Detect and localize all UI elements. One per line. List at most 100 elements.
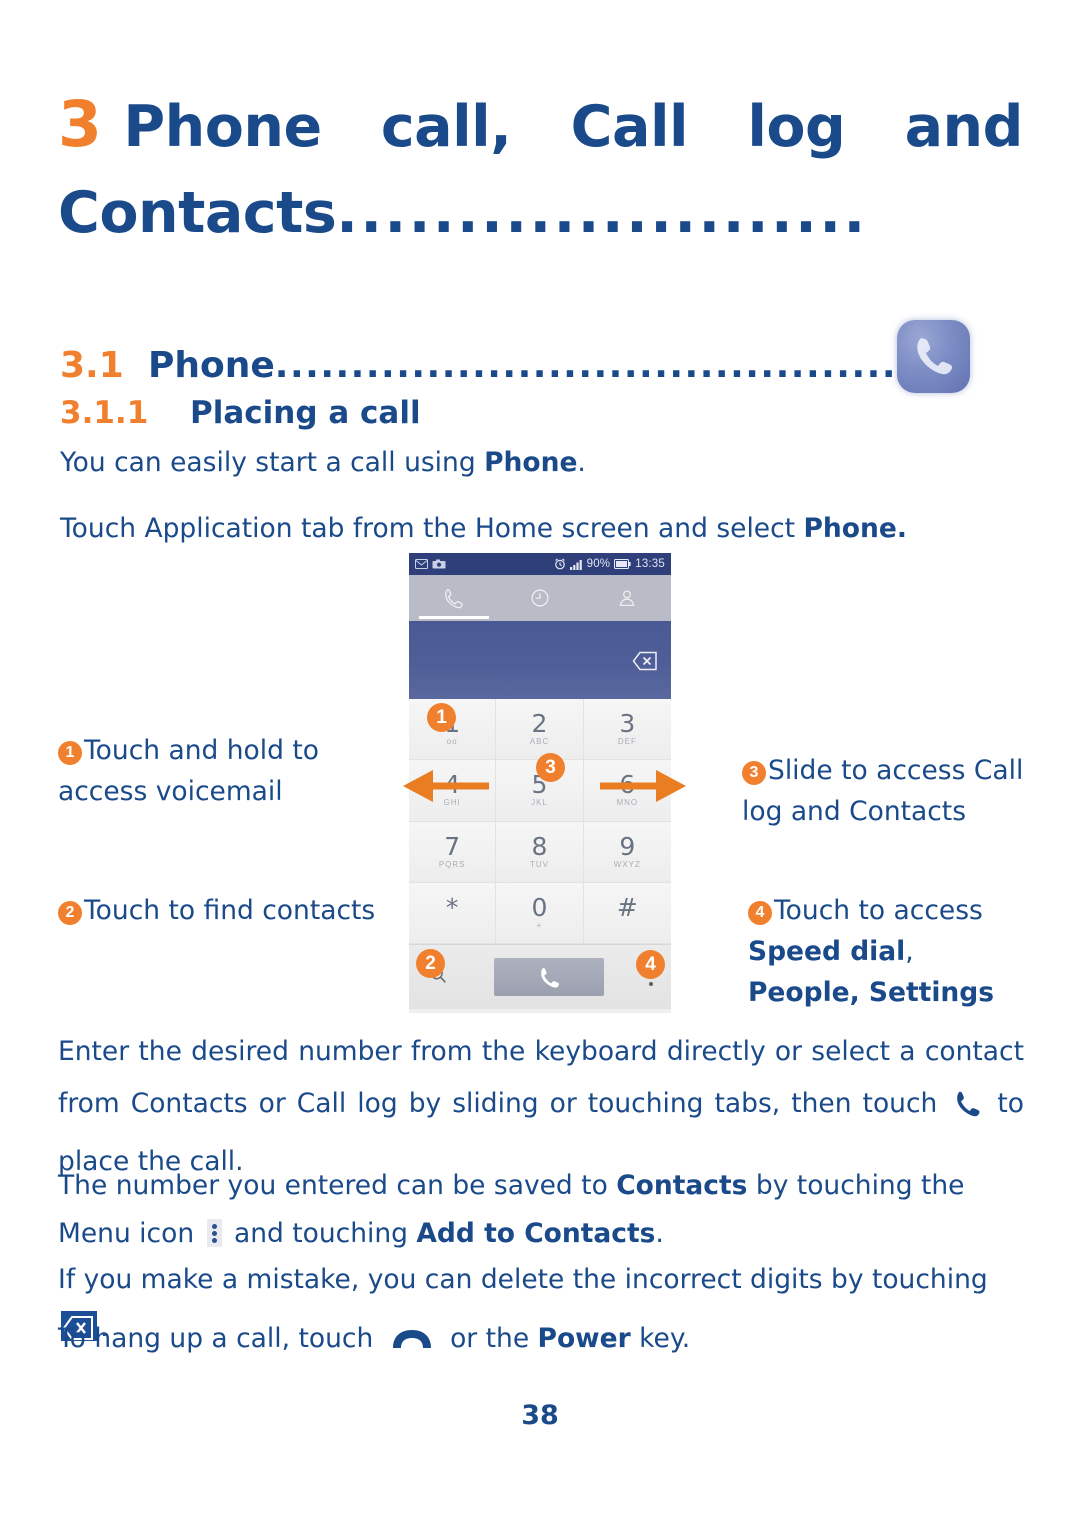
key-digit: 7	[444, 831, 461, 861]
chapter-word: Call	[570, 94, 689, 160]
text-run: Enter the desired number from the keyboa…	[58, 1036, 1024, 1119]
callout-badge-2: 2	[416, 949, 445, 978]
backspace-glyph	[632, 651, 657, 671]
handset-glyph	[957, 1091, 980, 1117]
chapter-title-line-2: Contacts......................	[58, 170, 1028, 256]
callout-bold-speed-dial: Speed dial	[748, 936, 906, 967]
text-run: and touching	[225, 1218, 417, 1249]
callout-label: Touch to access	[774, 895, 983, 926]
key-letters: JKL	[531, 798, 548, 808]
key-hash[interactable]: #	[583, 882, 671, 944]
callout-badge-inline-1: 1	[58, 741, 82, 765]
page-number: 38	[521, 1400, 559, 1431]
dialer-tab[interactable]	[409, 575, 496, 621]
callout-label: Touch to find contacts	[84, 895, 376, 926]
subsection-number: 3.1.1	[60, 395, 149, 431]
menu-dot	[211, 1224, 217, 1229]
callout-bold-people-settings: People, Settings	[748, 977, 995, 1008]
inline-hangup-icon	[390, 1321, 434, 1369]
phone-app-icon	[897, 320, 970, 393]
callout-badge-3: 3	[536, 753, 565, 782]
inline-call-icon	[952, 1084, 982, 1136]
battery-percent-label: 90%	[586, 558, 611, 570]
key-letters: ABC	[529, 737, 550, 747]
key-9[interactable]: 9 WXYZ	[583, 821, 671, 883]
callout-text-4: 4 Touch to access Speed dial, People, Sett…	[748, 890, 1068, 1013]
callout-comma: ,	[905, 936, 914, 967]
chapter-word: and	[904, 94, 1024, 160]
text-run: .	[655, 1218, 664, 1249]
callout-badge-inline-3: 3	[742, 761, 766, 785]
phone-tab-bar	[409, 575, 671, 621]
text-run: If you make a mistake, you can delete th…	[58, 1264, 988, 1295]
person-icon	[620, 590, 635, 606]
camera-icon	[432, 559, 446, 569]
paragraph-intro-1: You can easily start a call using Phone.	[60, 442, 1000, 484]
key-8[interactable]: 8 TUV	[496, 821, 584, 883]
alarm-icon	[554, 558, 565, 570]
battery-icon	[614, 559, 631, 569]
dialer-bottom-bar	[409, 944, 671, 1009]
status-bar-clock: 13:35	[635, 558, 665, 570]
handset-icon	[541, 967, 560, 988]
message-icon	[415, 559, 428, 569]
phone-status-bar: 90% 13:35	[409, 553, 671, 575]
key-letters: WXYZ	[613, 859, 641, 869]
menu-dot	[211, 1231, 217, 1236]
key-7[interactable]: 7 PQRS	[409, 821, 497, 883]
key-digit: #	[616, 892, 638, 922]
key-letters: +	[536, 920, 543, 930]
callout-text-1: 1 Touch and hold to access voicemail	[58, 730, 378, 812]
key-letters: oo	[446, 737, 458, 747]
chapter-title-contacts: Contacts	[58, 180, 337, 246]
menu-dot	[211, 1238, 217, 1243]
callout-badge-4: 4	[636, 950, 665, 979]
backspace-icon[interactable]	[632, 651, 658, 676]
key-star[interactable]: *	[409, 882, 497, 944]
callout-label: Slide to access Call log and Contacts	[742, 755, 1024, 827]
paragraph-hang-up: To hang up a call, touch or the Power ke…	[58, 1315, 1028, 1369]
paragraph-save-to-contacts: The number you entered can be saved to C…	[58, 1162, 1028, 1258]
dial-number-display[interactable]	[409, 621, 671, 699]
clock-icon	[531, 589, 549, 607]
callout-text-2: 2 Touch to find contacts	[58, 890, 378, 931]
handset-icon	[444, 589, 463, 609]
manual-page: 3 Phone call, Call log and Contacts.....…	[0, 0, 1080, 1535]
text-bold-power: Power	[537, 1323, 631, 1354]
key-0[interactable]: 0 +	[496, 882, 584, 944]
section-label: Phone	[148, 345, 275, 386]
key-letters: TUV	[529, 859, 549, 869]
callout-badge-inline-2: 2	[58, 901, 82, 925]
call-log-tab[interactable]	[496, 575, 583, 621]
dialer-keypad[interactable]: 1 oo 2 ABC 3 DEF 4 GHI 5 JKL 6 MNO	[409, 699, 671, 944]
text-run: To hang up a call, touch	[58, 1323, 382, 1354]
contacts-tab[interactable]	[584, 575, 671, 621]
chapter-title-dots: ......................	[336, 180, 868, 246]
callout-label: Touch and hold to access voicemail	[58, 735, 319, 807]
key-digit: 8	[531, 831, 548, 861]
key-digit: 3	[619, 709, 636, 739]
active-tab-indicator	[419, 616, 489, 619]
key-digit: *	[445, 892, 459, 922]
text-bold-phone: Phone	[484, 447, 578, 478]
chapter-title: 3 Phone call, Call log and Contacts.....…	[58, 82, 1028, 256]
slide-left-arrow-icon	[403, 770, 489, 802]
key-digit: 0	[531, 892, 548, 922]
chapter-word: Phone	[123, 94, 322, 160]
text-bold-add-to-contacts: Add to Contacts	[416, 1218, 656, 1249]
call-button[interactable]	[494, 958, 604, 996]
handset-glyph	[917, 338, 953, 375]
text-run: or the	[441, 1323, 538, 1354]
key-letters: DEF	[617, 737, 637, 747]
section-heading-3-1-1: 3.1.1 Placing a call	[60, 395, 421, 431]
section-heading-3-1: 3.1 Phone ..............................…	[60, 345, 940, 386]
callout-badge-1: 1	[427, 703, 456, 732]
key-2[interactable]: 2 ABC	[496, 699, 584, 761]
key-3[interactable]: 3 DEF	[583, 699, 671, 761]
inline-overflow-menu-icon	[206, 1219, 222, 1247]
text-bold-phone: Phone.	[803, 513, 907, 544]
hangup-glyph	[392, 1330, 431, 1348]
callout-text-3: 3 Slide to access Call log and Contacts	[742, 750, 1062, 832]
chapter-word: call,	[380, 94, 512, 160]
text-run: You can easily start a call using	[60, 447, 485, 478]
